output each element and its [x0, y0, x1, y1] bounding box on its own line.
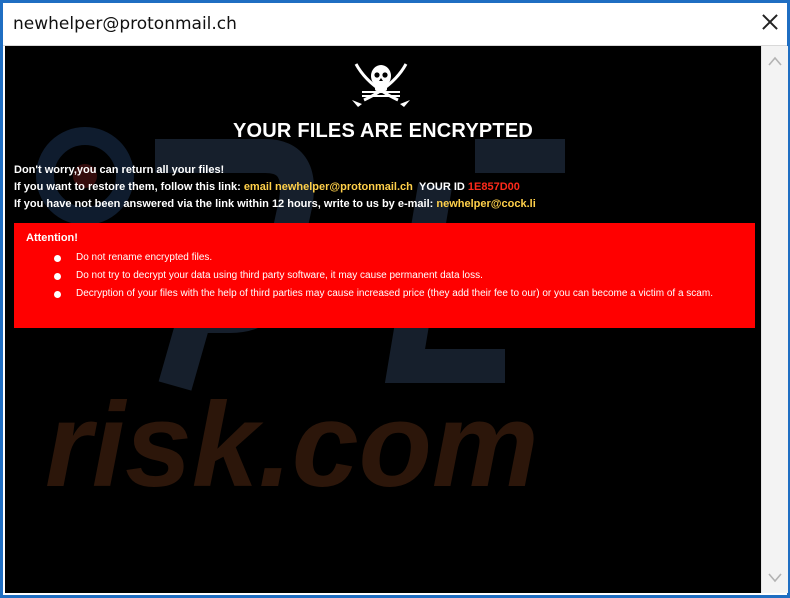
contact-email-link[interactable]: email newhelper@protonmail.ch [244, 181, 413, 193]
attention-item: Do not try to decrypt your data using th… [54, 270, 713, 281]
ransom-note-window: newhelper@protonmail.ch risk.com YOUR FI… [3, 3, 788, 595]
attention-item: Decryption of your files with the help o… [54, 288, 713, 299]
attention-title: Attention! [26, 232, 78, 244]
watermark-text: risk.com [45, 378, 539, 512]
attention-item: Do not rename encrypted files. [54, 252, 713, 263]
headline: YOUR FILES ARE ENCRYPTED [232, 120, 533, 142]
scroll-up-icon[interactable] [768, 56, 782, 66]
restore-line: If you want to restore them, follow this… [14, 181, 520, 193]
victim-id: 1E857D00 [467, 181, 520, 193]
note-content: risk.com YOUR FILES ARE ENCRYPTED Don't … [5, 46, 761, 593]
attention-list: Do not rename encrypted files. Do not tr… [54, 252, 713, 306]
title-bar: newhelper@protonmail.ch [3, 3, 787, 46]
intro-line: Don't worry,you can return all your file… [14, 164, 225, 176]
attention-box: Attention! Do not rename encrypted files… [14, 223, 755, 328]
fallback-line: If you have not been answered via the li… [14, 198, 536, 210]
vertical-scrollbar[interactable] [761, 46, 788, 593]
window-title: newhelper@protonmail.ch [13, 14, 237, 34]
backup-email-link[interactable]: newhelper@cock.li [436, 198, 535, 210]
scroll-down-icon[interactable] [768, 573, 782, 583]
skull-crossbones-icon [352, 63, 410, 107]
close-icon[interactable] [759, 11, 781, 33]
